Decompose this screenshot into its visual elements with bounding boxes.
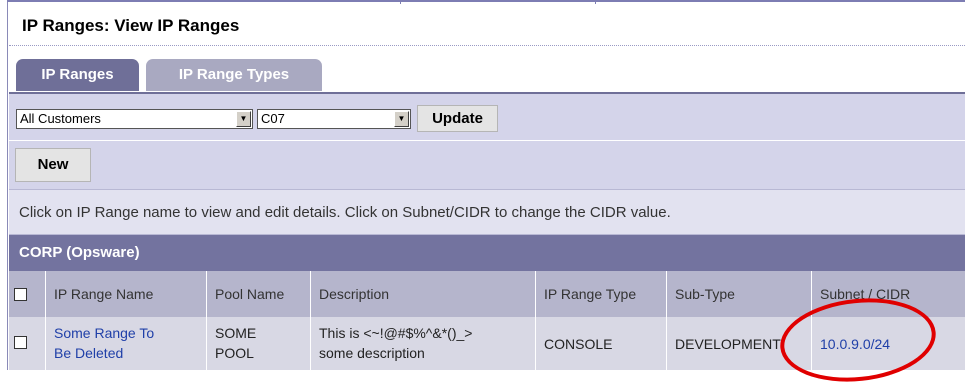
customer-select[interactable]: All Customers ▼ <box>16 109 253 129</box>
column-label: IP Range Name <box>54 286 154 302</box>
new-button[interactable]: New <box>15 148 91 182</box>
description-cell: This is <~!@#$%^&*()_> some description <box>310 317 535 370</box>
sub-type-text: DEVELOPMENT <box>675 336 781 352</box>
column-header-description[interactable]: Description <box>310 271 535 317</box>
top-border <box>7 0 965 2</box>
select-all-checkbox[interactable] <box>14 288 27 301</box>
description-text: some description <box>319 345 425 361</box>
row-checkbox[interactable] <box>14 336 27 349</box>
dropdown-arrow-icon[interactable]: ▼ <box>236 111 251 127</box>
column-label: Description <box>319 286 390 302</box>
ip-range-name-link[interactable]: Some Range To <box>54 325 154 341</box>
pool-name-text: POOL <box>215 345 254 361</box>
tab-ip-ranges[interactable]: IP Ranges <box>16 59 139 91</box>
ip-range-type-text: CONSOLE <box>544 336 613 352</box>
column-label: IP Range Type <box>544 286 637 302</box>
update-button[interactable]: Update <box>417 105 498 132</box>
customer-select-value: All Customers <box>20 111 101 126</box>
header-select-cell <box>9 271 45 317</box>
ip-range-name-link[interactable]: Be Deleted <box>54 345 123 361</box>
dropdown-arrow-icon[interactable]: ▼ <box>394 111 409 127</box>
pool-name-cell: SOME POOL <box>206 317 310 370</box>
group-header: CORP (Opsware) <box>9 235 965 271</box>
description-text: This is <~!@#$%^&*()_> <box>319 325 473 341</box>
facility-select[interactable]: C07 ▼ <box>257 109 411 129</box>
facility-select-value: C07 <box>261 111 285 126</box>
column-header-ip-range-name[interactable]: IP Range Name <box>45 271 206 317</box>
filter-bar: All Customers ▼ C07 ▼ Update <box>9 94 965 140</box>
page-title: IP Ranges: View IP Ranges <box>22 16 240 35</box>
column-label: Sub-Type <box>675 286 735 302</box>
pool-name-text: SOME <box>215 325 257 341</box>
info-text: Click on IP Range name to view and edit … <box>19 204 671 221</box>
action-bar: New <box>9 141 965 189</box>
row-select-cell <box>9 317 45 370</box>
info-banner: Click on IP Range name to view and edit … <box>9 190 965 234</box>
top-divider <box>400 0 401 4</box>
column-label: Pool Name <box>215 286 285 302</box>
column-header-sub-type[interactable]: Sub-Type <box>666 271 811 317</box>
tab-ip-range-types[interactable]: IP Range Types <box>146 59 322 91</box>
column-header-pool-name[interactable]: Pool Name <box>206 271 310 317</box>
column-header-ip-range-type[interactable]: IP Range Type <box>535 271 666 317</box>
title-divider <box>9 45 965 46</box>
top-divider <box>595 0 596 4</box>
group-name: CORP (Opsware) <box>19 244 140 261</box>
ip-range-type-cell: CONSOLE <box>535 317 666 370</box>
ip-range-name-cell: Some Range To Be Deleted <box>45 317 206 370</box>
